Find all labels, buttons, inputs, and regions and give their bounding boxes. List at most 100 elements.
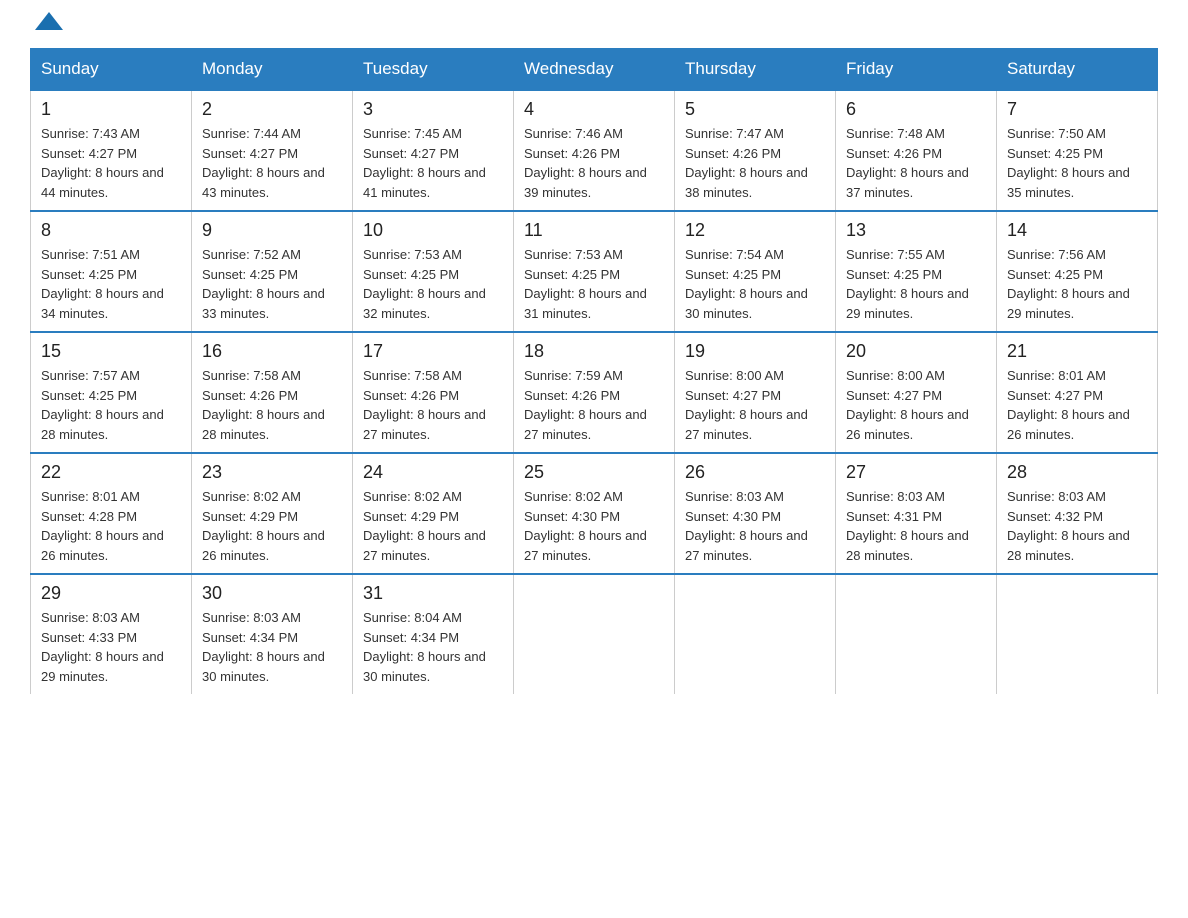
day-info: Sunrise: 8:01 AM Sunset: 4:28 PM Dayligh… — [41, 487, 181, 565]
day-info: Sunrise: 8:02 AM Sunset: 4:29 PM Dayligh… — [202, 487, 342, 565]
day-number: 21 — [1007, 341, 1147, 362]
day-info: Sunrise: 8:00 AM Sunset: 4:27 PM Dayligh… — [685, 366, 825, 444]
day-number: 15 — [41, 341, 181, 362]
day-info: Sunrise: 8:01 AM Sunset: 4:27 PM Dayligh… — [1007, 366, 1147, 444]
col-header-tuesday: Tuesday — [353, 49, 514, 91]
day-number: 8 — [41, 220, 181, 241]
col-header-saturday: Saturday — [997, 49, 1158, 91]
calendar-cell: 8 Sunrise: 7:51 AM Sunset: 4:25 PM Dayli… — [31, 211, 192, 332]
day-info: Sunrise: 8:00 AM Sunset: 4:27 PM Dayligh… — [846, 366, 986, 444]
day-info: Sunrise: 7:53 AM Sunset: 4:25 PM Dayligh… — [363, 245, 503, 323]
calendar-cell: 17 Sunrise: 7:58 AM Sunset: 4:26 PM Dayl… — [353, 332, 514, 453]
day-number: 19 — [685, 341, 825, 362]
calendar-cell: 28 Sunrise: 8:03 AM Sunset: 4:32 PM Dayl… — [997, 453, 1158, 574]
calendar-cell: 27 Sunrise: 8:03 AM Sunset: 4:31 PM Dayl… — [836, 453, 997, 574]
day-number: 16 — [202, 341, 342, 362]
day-number: 5 — [685, 99, 825, 120]
calendar-cell: 3 Sunrise: 7:45 AM Sunset: 4:27 PM Dayli… — [353, 90, 514, 211]
day-info: Sunrise: 7:45 AM Sunset: 4:27 PM Dayligh… — [363, 124, 503, 202]
week-row-5: 29 Sunrise: 8:03 AM Sunset: 4:33 PM Dayl… — [31, 574, 1158, 694]
calendar-cell: 26 Sunrise: 8:03 AM Sunset: 4:30 PM Dayl… — [675, 453, 836, 574]
calendar-cell: 25 Sunrise: 8:02 AM Sunset: 4:30 PM Dayl… — [514, 453, 675, 574]
col-header-friday: Friday — [836, 49, 997, 91]
day-number: 17 — [363, 341, 503, 362]
calendar-cell: 11 Sunrise: 7:53 AM Sunset: 4:25 PM Dayl… — [514, 211, 675, 332]
calendar-cell: 14 Sunrise: 7:56 AM Sunset: 4:25 PM Dayl… — [997, 211, 1158, 332]
day-number: 30 — [202, 583, 342, 604]
day-info: Sunrise: 7:57 AM Sunset: 4:25 PM Dayligh… — [41, 366, 181, 444]
day-number: 12 — [685, 220, 825, 241]
page-header — [30, 20, 1158, 28]
logo-mark — [30, 20, 63, 28]
calendar-cell: 30 Sunrise: 8:03 AM Sunset: 4:34 PM Dayl… — [192, 574, 353, 694]
day-number: 11 — [524, 220, 664, 241]
calendar-cell: 1 Sunrise: 7:43 AM Sunset: 4:27 PM Dayli… — [31, 90, 192, 211]
day-number: 24 — [363, 462, 503, 483]
day-info: Sunrise: 8:03 AM Sunset: 4:30 PM Dayligh… — [685, 487, 825, 565]
calendar-cell — [514, 574, 675, 694]
logo — [30, 20, 63, 28]
day-info: Sunrise: 7:59 AM Sunset: 4:26 PM Dayligh… — [524, 366, 664, 444]
calendar-cell: 24 Sunrise: 8:02 AM Sunset: 4:29 PM Dayl… — [353, 453, 514, 574]
day-number: 26 — [685, 462, 825, 483]
calendar-cell: 10 Sunrise: 7:53 AM Sunset: 4:25 PM Dayl… — [353, 211, 514, 332]
col-header-wednesday: Wednesday — [514, 49, 675, 91]
calendar-table: SundayMondayTuesdayWednesdayThursdayFrid… — [30, 48, 1158, 694]
calendar-cell: 5 Sunrise: 7:47 AM Sunset: 4:26 PM Dayli… — [675, 90, 836, 211]
day-number: 28 — [1007, 462, 1147, 483]
day-number: 1 — [41, 99, 181, 120]
day-number: 31 — [363, 583, 503, 604]
day-number: 13 — [846, 220, 986, 241]
day-info: Sunrise: 7:50 AM Sunset: 4:25 PM Dayligh… — [1007, 124, 1147, 202]
day-number: 29 — [41, 583, 181, 604]
day-number: 4 — [524, 99, 664, 120]
col-header-monday: Monday — [192, 49, 353, 91]
day-info: Sunrise: 8:03 AM Sunset: 4:32 PM Dayligh… — [1007, 487, 1147, 565]
day-number: 10 — [363, 220, 503, 241]
day-info: Sunrise: 7:52 AM Sunset: 4:25 PM Dayligh… — [202, 245, 342, 323]
day-info: Sunrise: 7:48 AM Sunset: 4:26 PM Dayligh… — [846, 124, 986, 202]
day-info: Sunrise: 7:58 AM Sunset: 4:26 PM Dayligh… — [202, 366, 342, 444]
calendar-cell: 13 Sunrise: 7:55 AM Sunset: 4:25 PM Dayl… — [836, 211, 997, 332]
day-number: 22 — [41, 462, 181, 483]
calendar-cell — [997, 574, 1158, 694]
calendar-cell: 21 Sunrise: 8:01 AM Sunset: 4:27 PM Dayl… — [997, 332, 1158, 453]
calendar-cell: 4 Sunrise: 7:46 AM Sunset: 4:26 PM Dayli… — [514, 90, 675, 211]
calendar-cell: 29 Sunrise: 8:03 AM Sunset: 4:33 PM Dayl… — [31, 574, 192, 694]
day-info: Sunrise: 7:51 AM Sunset: 4:25 PM Dayligh… — [41, 245, 181, 323]
day-number: 23 — [202, 462, 342, 483]
day-info: Sunrise: 7:56 AM Sunset: 4:25 PM Dayligh… — [1007, 245, 1147, 323]
day-info: Sunrise: 8:02 AM Sunset: 4:30 PM Dayligh… — [524, 487, 664, 565]
calendar-cell: 31 Sunrise: 8:04 AM Sunset: 4:34 PM Dayl… — [353, 574, 514, 694]
day-number: 25 — [524, 462, 664, 483]
calendar-cell: 16 Sunrise: 7:58 AM Sunset: 4:26 PM Dayl… — [192, 332, 353, 453]
day-number: 18 — [524, 341, 664, 362]
day-number: 7 — [1007, 99, 1147, 120]
calendar-cell: 9 Sunrise: 7:52 AM Sunset: 4:25 PM Dayli… — [192, 211, 353, 332]
day-info: Sunrise: 7:46 AM Sunset: 4:26 PM Dayligh… — [524, 124, 664, 202]
day-info: Sunrise: 8:03 AM Sunset: 4:31 PM Dayligh… — [846, 487, 986, 565]
calendar-cell: 19 Sunrise: 8:00 AM Sunset: 4:27 PM Dayl… — [675, 332, 836, 453]
day-number: 6 — [846, 99, 986, 120]
week-row-3: 15 Sunrise: 7:57 AM Sunset: 4:25 PM Dayl… — [31, 332, 1158, 453]
day-info: Sunrise: 7:53 AM Sunset: 4:25 PM Dayligh… — [524, 245, 664, 323]
col-header-sunday: Sunday — [31, 49, 192, 91]
day-number: 27 — [846, 462, 986, 483]
day-number: 3 — [363, 99, 503, 120]
calendar-cell: 7 Sunrise: 7:50 AM Sunset: 4:25 PM Dayli… — [997, 90, 1158, 211]
calendar-cell — [675, 574, 836, 694]
day-info: Sunrise: 7:54 AM Sunset: 4:25 PM Dayligh… — [685, 245, 825, 323]
week-row-1: 1 Sunrise: 7:43 AM Sunset: 4:27 PM Dayli… — [31, 90, 1158, 211]
day-number: 14 — [1007, 220, 1147, 241]
calendar-cell: 22 Sunrise: 8:01 AM Sunset: 4:28 PM Dayl… — [31, 453, 192, 574]
day-info: Sunrise: 7:58 AM Sunset: 4:26 PM Dayligh… — [363, 366, 503, 444]
logo-triangle-icon — [35, 12, 63, 30]
week-row-2: 8 Sunrise: 7:51 AM Sunset: 4:25 PM Dayli… — [31, 211, 1158, 332]
day-number: 9 — [202, 220, 342, 241]
day-info: Sunrise: 8:03 AM Sunset: 4:34 PM Dayligh… — [202, 608, 342, 686]
calendar-cell: 20 Sunrise: 8:00 AM Sunset: 4:27 PM Dayl… — [836, 332, 997, 453]
day-info: Sunrise: 7:44 AM Sunset: 4:27 PM Dayligh… — [202, 124, 342, 202]
day-number: 2 — [202, 99, 342, 120]
calendar-cell — [836, 574, 997, 694]
calendar-cell: 6 Sunrise: 7:48 AM Sunset: 4:26 PM Dayli… — [836, 90, 997, 211]
